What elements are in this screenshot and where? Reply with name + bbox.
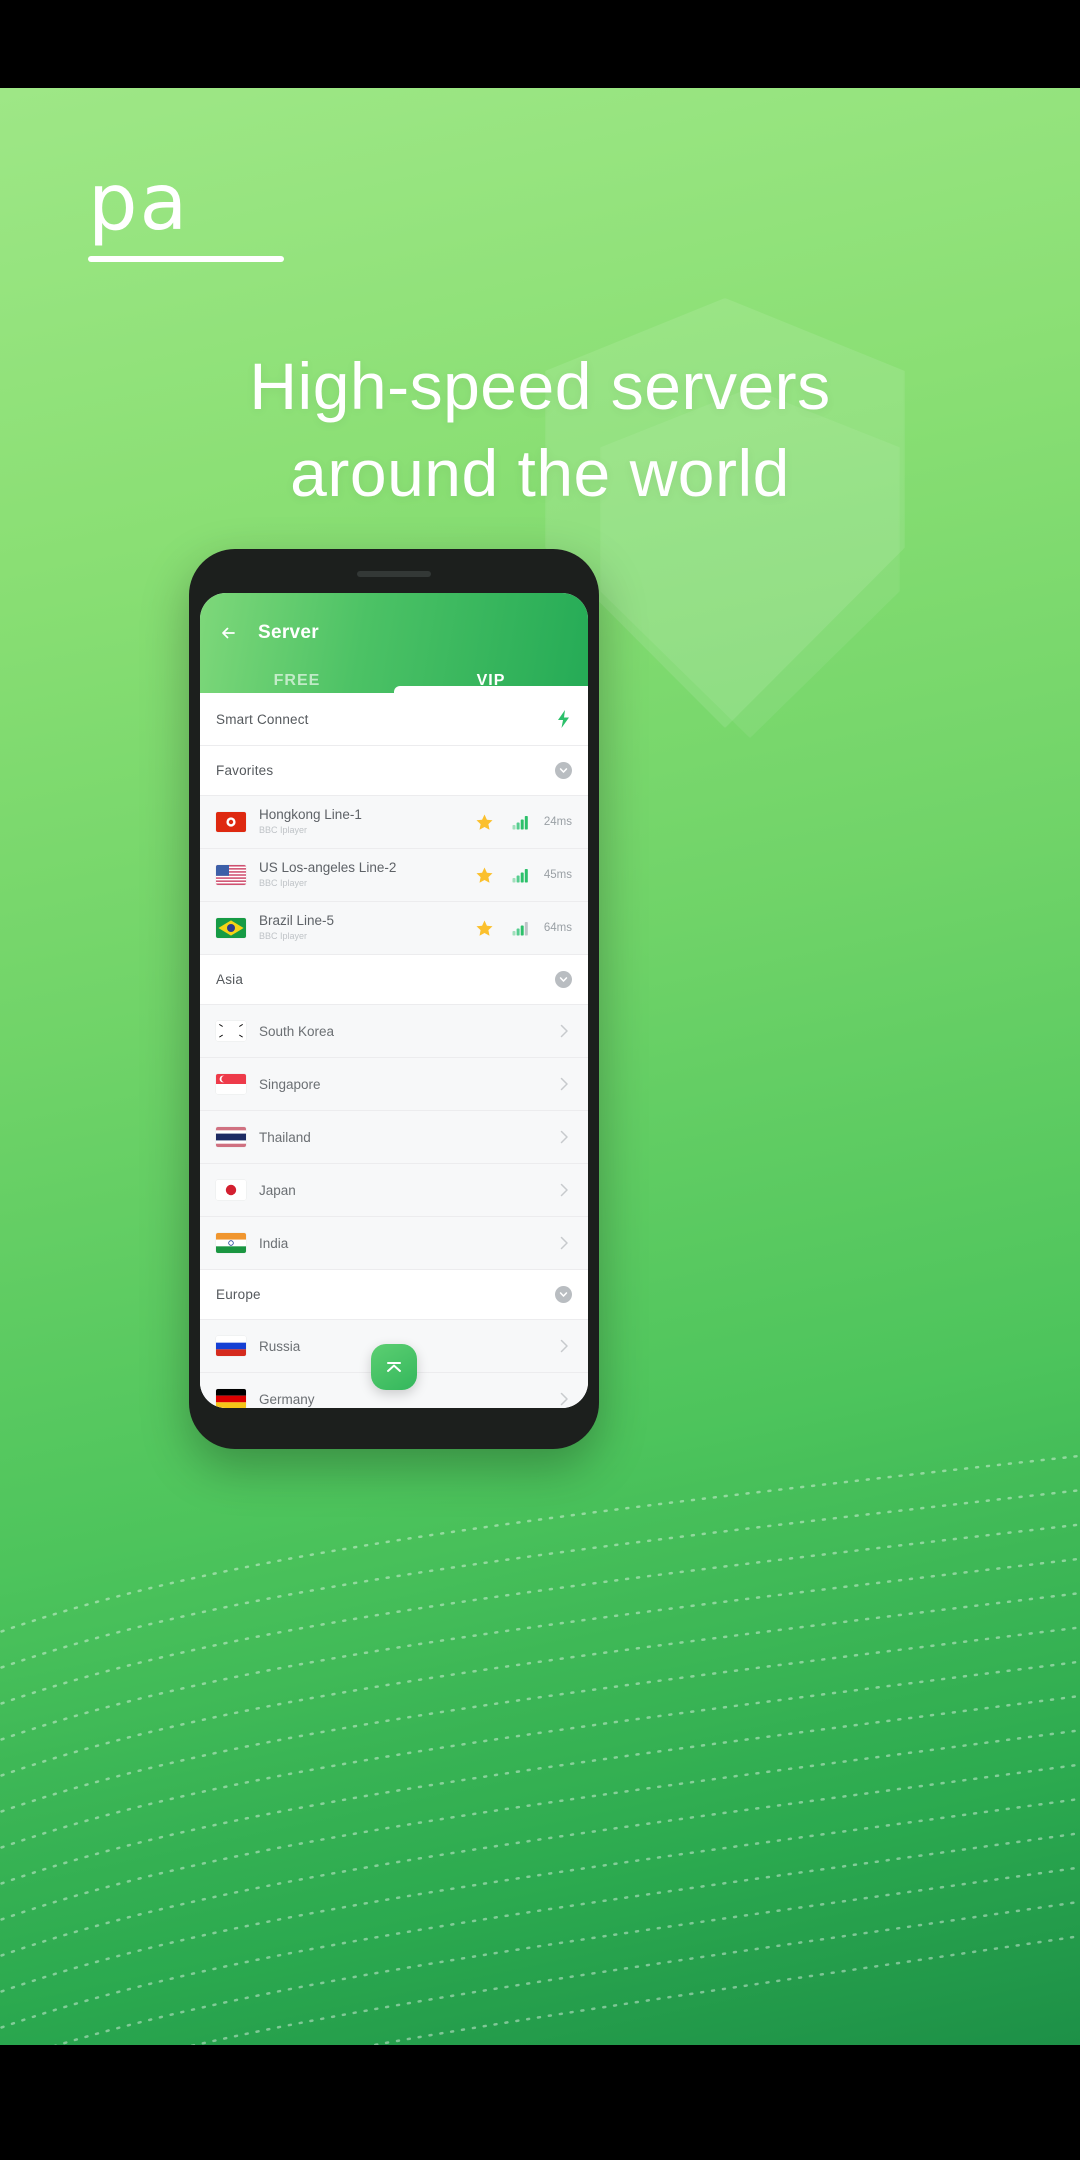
- list-item[interactable]: Singapore: [200, 1058, 588, 1111]
- scroll-to-top-button[interactable]: [371, 1344, 417, 1390]
- chevron-right-icon: [556, 1182, 572, 1198]
- list-item[interactable]: India: [200, 1217, 588, 1270]
- app-header: Server FREE VIP: [200, 593, 588, 693]
- section-title: Asia: [216, 972, 244, 987]
- poster-screenshot: pa High-speed servers around the world S…: [0, 0, 1080, 2160]
- smart-connect-label: Smart Connect: [216, 711, 309, 727]
- server-list[interactable]: Smart Connect Favorites Hongkong Line-1 …: [200, 693, 588, 1408]
- country-name: Russia: [259, 1338, 301, 1354]
- south-korea-flag: [216, 1021, 246, 1041]
- server-info: Brazil Line-5 BBC Iplayer: [259, 913, 334, 943]
- singapore-flag: [216, 1074, 246, 1094]
- logo-wordmark: pa: [88, 158, 190, 248]
- server-name: Brazil Line-5: [259, 913, 335, 929]
- server-tag: BBC Iplayer: [259, 878, 308, 889]
- star-icon[interactable]: [475, 813, 494, 832]
- japan-flag: [216, 1180, 246, 1200]
- circle-chevron-down-icon[interactable]: [555, 971, 572, 988]
- letterbox-top: [0, 0, 1080, 88]
- chevron-right-icon: [556, 1076, 572, 1092]
- list-item[interactable]: Japan: [200, 1164, 588, 1217]
- circle-chevron-down-icon[interactable]: [555, 762, 572, 779]
- country-name: South Korea: [259, 1023, 335, 1039]
- india-flag: [216, 1233, 246, 1253]
- list-item[interactable]: South Korea: [200, 1005, 588, 1058]
- lightning-bolt-icon: [555, 709, 572, 729]
- chevron-right-icon: [556, 1023, 572, 1039]
- country-name: Singapore: [259, 1076, 321, 1092]
- server-name: US Los-angeles Line-2: [259, 860, 397, 876]
- star-icon[interactable]: [475, 866, 494, 885]
- table-row[interactable]: Hongkong Line-1 BBC Iplayer 24ms: [200, 796, 588, 849]
- letterbox-bottom: [0, 2045, 1080, 2160]
- thailand-flag: [216, 1127, 246, 1147]
- smart-connect-row[interactable]: Smart Connect: [200, 693, 588, 746]
- section-title: Europe: [216, 1287, 261, 1302]
- app-topbar: Server: [200, 593, 588, 661]
- logo-underline: [88, 256, 284, 263]
- hongkong-flag: [216, 812, 246, 832]
- phone-screen: Server FREE VIP Smart Connect Favorites …: [200, 593, 588, 1408]
- section-header-europe[interactable]: Europe: [200, 1270, 588, 1320]
- chevron-right-icon: [556, 1235, 572, 1251]
- table-row[interactable]: US Los-angeles Line-2 BBC Iplayer 45ms: [200, 849, 588, 902]
- tab-active-indicator: [394, 686, 588, 693]
- section-header-favorites[interactable]: Favorites: [200, 746, 588, 796]
- brand-logo: pa: [88, 158, 388, 263]
- chevron-right-icon: [556, 1391, 572, 1407]
- signal-bars-icon: [512, 815, 529, 830]
- latency-value: 64ms: [543, 922, 572, 934]
- scroll-to-top-icon: [383, 1357, 405, 1377]
- chevron-right-icon: [556, 1338, 572, 1354]
- dotted-wave-decoration: [0, 1405, 1080, 2045]
- russia-flag: [216, 1336, 246, 1356]
- signal-bars-icon: [512, 868, 529, 883]
- server-tag: BBC Iplayer: [259, 931, 308, 942]
- germany-flag: [216, 1389, 246, 1408]
- server-name: Hongkong Line-1: [259, 807, 362, 823]
- latency-value: 45ms: [543, 869, 572, 881]
- circle-chevron-down-icon[interactable]: [555, 1286, 572, 1303]
- back-arrow-icon[interactable]: [216, 620, 242, 646]
- latency-value: 24ms: [543, 816, 572, 828]
- app-title: Server: [258, 622, 319, 643]
- server-info: Hongkong Line-1 BBC Iplayer: [259, 807, 362, 837]
- poster-background: pa High-speed servers around the world S…: [0, 88, 1080, 2045]
- phone-earpiece: [357, 571, 431, 577]
- server-info: US Los-angeles Line-2 BBC Iplayer: [259, 860, 396, 890]
- list-item[interactable]: Thailand: [200, 1111, 588, 1164]
- country-name: Japan: [259, 1182, 296, 1198]
- us-flag: [216, 865, 246, 885]
- server-tag: BBC Iplayer: [259, 825, 308, 836]
- brazil-flag: [216, 918, 246, 938]
- star-icon[interactable]: [475, 919, 494, 938]
- country-name: Germany: [259, 1391, 315, 1407]
- chevron-right-icon: [556, 1129, 572, 1145]
- country-name: India: [259, 1235, 289, 1251]
- headline-line-1: High-speed servers: [249, 349, 831, 423]
- country-name: Thailand: [259, 1129, 311, 1145]
- headline-line-2: around the world: [290, 436, 790, 511]
- page-title: High-speed servers around the world: [0, 343, 1080, 517]
- phone-mockup: Server FREE VIP Smart Connect Favorites …: [189, 549, 599, 1449]
- signal-bars-icon: [512, 921, 529, 936]
- section-title: Favorites: [216, 763, 274, 778]
- section-header-asia[interactable]: Asia: [200, 955, 588, 1005]
- table-row[interactable]: Brazil Line-5 BBC Iplayer 64ms: [200, 902, 588, 955]
